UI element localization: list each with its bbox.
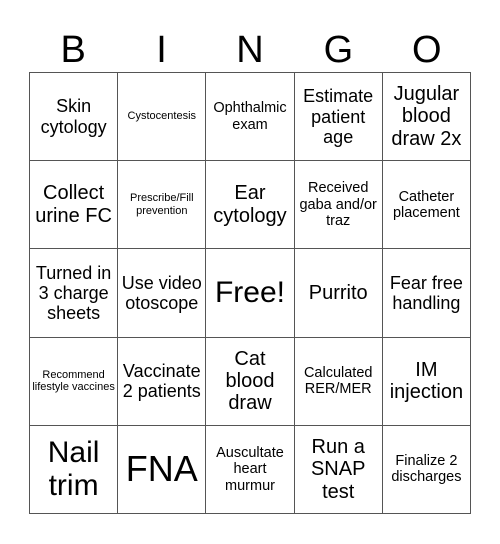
bingo-cell[interactable]: Recommend lifestyle vaccines [30,337,119,426]
cell-label: Purrito [308,281,368,304]
bingo-cell[interactable]: Ear cytology [206,161,295,250]
cell-label: Ophthalmic exam [213,100,287,133]
cell-label: Prescribe/Fill prevention [130,192,194,217]
cell-label: Cat blood draw [225,347,275,415]
bingo-cell[interactable]: Estimate patient age [294,73,383,162]
cell-label: Use video otoscope [121,272,202,313]
header-letter-g: G [323,29,354,71]
cell-label: IM injection [389,358,464,404]
bingo-cell[interactable]: Catheter placement [382,161,471,250]
bingo-cell[interactable]: Cystocentesis [118,73,207,162]
bingo-card-grid: Skin cytology Cystocentesis Ophthalmic e… [29,72,471,514]
bingo-cell[interactable]: Nail trim [30,425,119,514]
bingo-cell[interactable]: Ophthalmic exam [206,73,295,162]
bingo-cell[interactable]: Vaccinate 2 patients [118,337,207,426]
bingo-cell[interactable]: FNA [118,425,207,514]
bingo-cell[interactable]: Fear free handling [382,249,471,338]
cell-label: Received gaba and/or traz [299,180,377,229]
bingo-cell[interactable]: Calculated RER/MER [294,337,383,426]
bingo-cell[interactable]: Skin cytology [30,73,119,162]
bingo-cell[interactable]: Cat blood draw [206,337,295,426]
header-letter-n: N [236,29,264,71]
bingo-cell[interactable]: Auscultate heart murmur [206,425,295,514]
cell-label: Calculated RER/MER [303,364,373,398]
bingo-header: B I N G O [29,28,471,72]
bingo-cell[interactable]: Run a SNAP test [294,425,383,514]
header-letter-i: I [156,29,167,71]
bingo-cell[interactable]: Turned in 3 charge sheets [30,249,119,338]
header-letter-o: O [411,29,442,71]
cell-label: Auscultate heart murmur [216,445,284,494]
cell-label: Catheter placement [392,188,460,221]
bingo-cell[interactable]: Jugular blood draw 2x [382,73,471,162]
bingo-cell[interactable]: Prescribe/Fill prevention [118,161,207,250]
cell-label: Free! [214,276,285,310]
bingo-cell[interactable]: Purrito [294,249,383,338]
bingo-cell[interactable]: Finalize 2 discharges [382,425,471,514]
bingo-cell[interactable]: IM injection [382,337,471,426]
header-letter-b: B [60,29,86,71]
bingo-cell[interactable]: Use video otoscope [118,249,207,338]
cell-label: Jugular blood draw 2x [391,83,462,150]
cell-label: Finalize 2 discharges [391,453,462,486]
cell-label: Ear cytology [213,182,287,227]
cell-label: Fear free handling [389,272,463,313]
cell-label: Nail trim [47,435,100,503]
cell-label: Estimate patient age [303,86,374,147]
cell-label: Cystocentesis [127,110,197,123]
cell-label: Run a SNAP test [310,435,366,503]
bingo-cell[interactable]: Received gaba and/or traz [294,161,383,250]
cell-label: FNA [125,448,198,490]
cell-label: Skin cytology [40,96,107,137]
cell-label: Vaccinate 2 patients [122,361,201,402]
cell-label: Collect urine FC [35,182,112,227]
cell-label: Recommend lifestyle vaccines [32,368,115,394]
cell-label: Turned in 3 charge sheets [35,262,112,324]
free-space-cell[interactable]: Free! [206,249,295,338]
bingo-cell[interactable]: Collect urine FC [30,161,119,250]
